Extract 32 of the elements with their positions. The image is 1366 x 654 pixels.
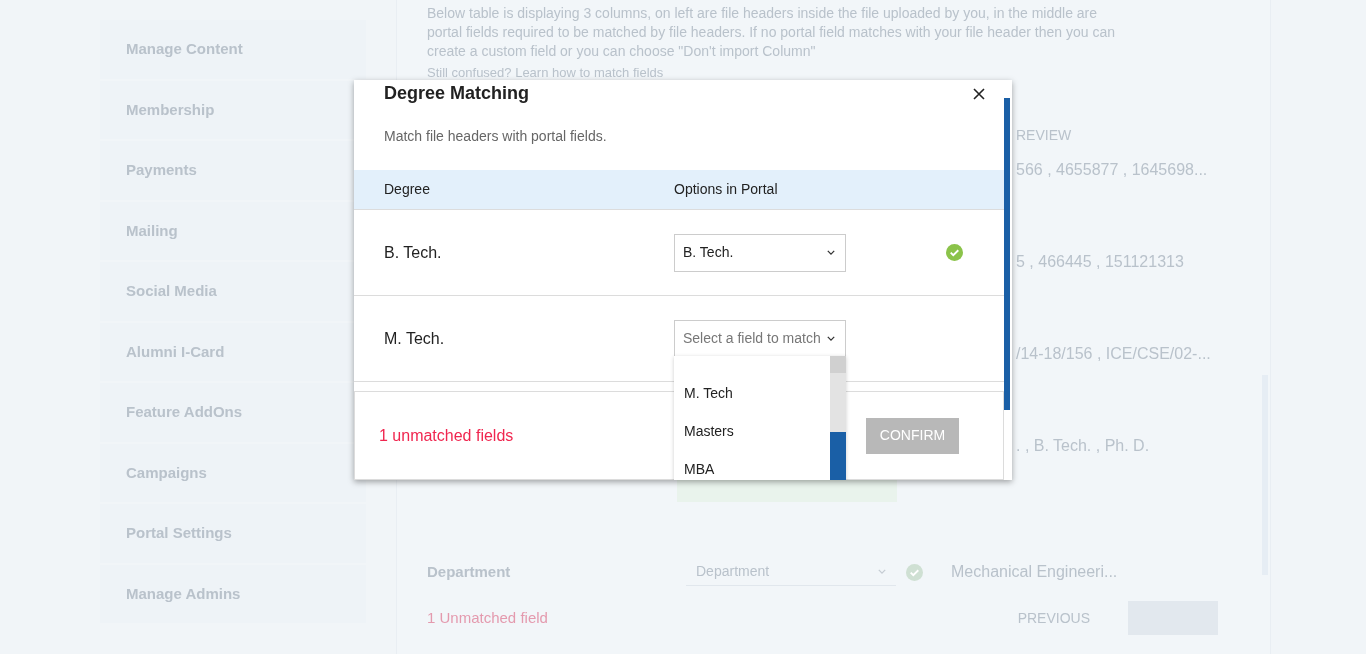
preview-text: . , B. Tech. , Ph. D.: [1016, 436, 1150, 456]
dropdown-option[interactable]: M. Tech: [674, 374, 830, 413]
caret-icon: [827, 250, 835, 256]
preview-text: 566 , 4655877 , 1645698...: [1016, 160, 1208, 180]
column-header: Degree: [384, 180, 431, 200]
help-link[interactable]: Still confused? Learn how to match fields: [427, 65, 664, 80]
row-label: Department: [427, 561, 512, 582]
row-label: M. Tech.: [384, 328, 446, 349]
select-field[interactable]: B. Tech.: [674, 233, 846, 272]
scroll-up-button[interactable]: [830, 356, 846, 374]
dialog-title: Degree Matching: [384, 82, 530, 104]
row-label: B. Tech.: [384, 242, 443, 263]
caret-icon: [827, 336, 835, 342]
preview-text: 5 , 466445 , 151121313: [1016, 252, 1184, 272]
preview-text: /14-18/156 , ICE/CSE/02-...: [1016, 344, 1211, 364]
caret-icon: [878, 569, 886, 574]
select-field[interactable]: Select a field to match: [674, 319, 846, 358]
dropdown-option[interactable]: Masters: [674, 412, 830, 451]
check-icon: [906, 563, 923, 581]
status-text: 1 unmatched fields: [379, 425, 514, 446]
column-header: Options in Portal: [674, 180, 778, 200]
dropdown-option[interactable]: MBA: [674, 450, 830, 480]
button[interactable]: [677, 480, 897, 502]
scrollbar-thumb[interactable]: [1004, 98, 1010, 410]
close-button[interactable]: [972, 87, 986, 101]
status-text: 1 Unmatched field: [427, 607, 548, 628]
previous-button[interactable]: PREVIOUS: [1017, 607, 1090, 629]
select-field[interactable]: Department: [686, 558, 896, 586]
column-header: REVIEW: [1016, 126, 1072, 145]
intro-text: Below table is displaying 3 columns, on left are file headers inside the file uploaded by you, in the middle are portal fields required to be matched by file headers. If no portal field matches with your file header then you can create a custom field or you can choose "Don't import Column": [427, 4, 1116, 61]
preview-text: Mechanical Engineeri...: [951, 562, 1118, 582]
dialog-subtitle: Match file headers with portal fields.: [383, 126, 608, 146]
